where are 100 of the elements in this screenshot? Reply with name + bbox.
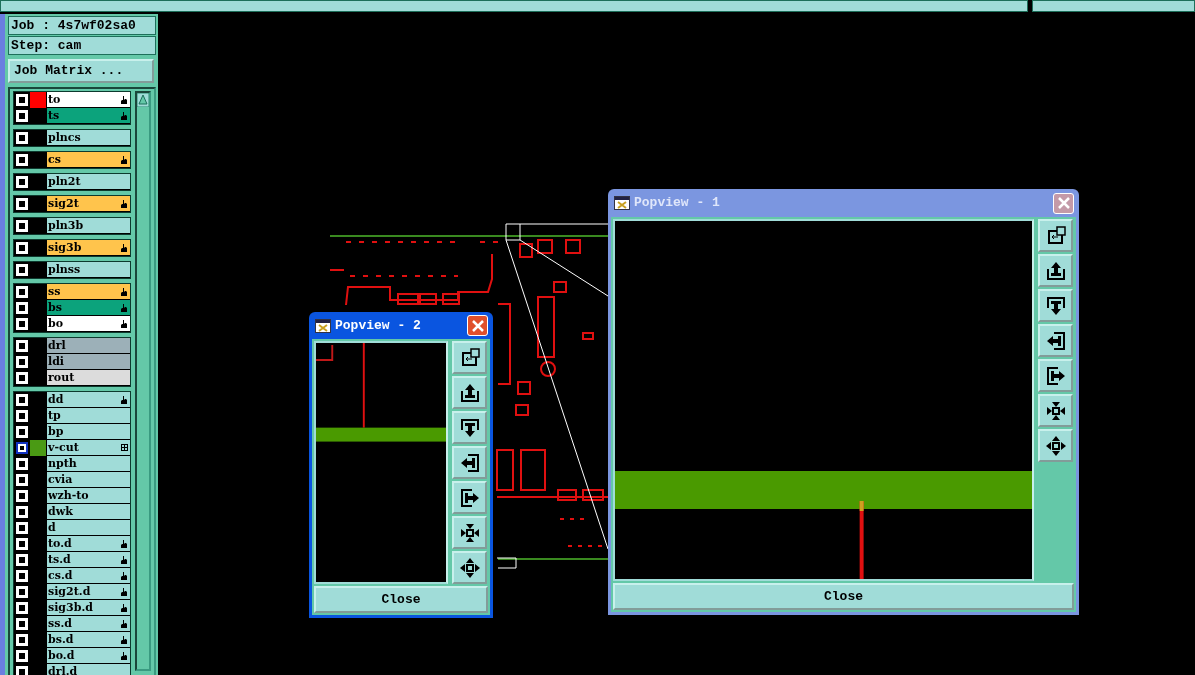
- layer-checkbox[interactable]: [16, 410, 28, 422]
- layer-checkbox[interactable]: [16, 286, 28, 298]
- layer-name[interactable]: ss.d: [47, 616, 130, 631]
- layer-checkbox[interactable]: [16, 458, 28, 470]
- toolbar-button[interactable]: [452, 481, 487, 514]
- close-button[interactable]: [1053, 192, 1074, 214]
- layer-name[interactable]: cs.d: [47, 568, 130, 583]
- close-icon: [1057, 197, 1070, 209]
- layer-checkbox[interactable]: [16, 302, 28, 314]
- toolbar-button[interactable]: [1038, 289, 1073, 322]
- toolbar-button[interactable]: [1038, 324, 1073, 357]
- layer-checkbox[interactable]: [16, 586, 28, 598]
- toolbar-button[interactable]: [1038, 254, 1073, 287]
- close-button[interactable]: Close: [613, 583, 1074, 610]
- job-label: Job : 4s7wf02sa0: [8, 16, 156, 35]
- layer-name[interactable]: pln3b: [47, 218, 130, 233]
- layer-name[interactable]: sig3b: [47, 240, 130, 255]
- layer-name[interactable]: d: [47, 520, 130, 535]
- layer-checkbox[interactable]: [16, 242, 28, 254]
- layer-name[interactable]: plnss: [47, 262, 130, 277]
- layer-checkbox[interactable]: [16, 618, 28, 630]
- layer-name[interactable]: wzh-to: [47, 488, 130, 503]
- layer-checkbox[interactable]: [16, 474, 28, 486]
- right-arrow-icon: [1044, 364, 1067, 387]
- layer-checkbox[interactable]: [16, 666, 28, 675]
- hand-icon: [120, 111, 128, 120]
- toolbar-button[interactable]: [452, 551, 487, 584]
- layer-checkbox[interactable]: [16, 176, 28, 188]
- layer-name[interactable]: bs.d: [47, 632, 130, 647]
- scrollbar[interactable]: [135, 91, 151, 671]
- layer-checkbox[interactable]: [16, 372, 28, 384]
- step-label: Step: cam: [8, 36, 156, 55]
- toolbar-button[interactable]: [1038, 219, 1073, 252]
- layer-checkbox[interactable]: [16, 394, 28, 406]
- layer-name[interactable]: tp: [47, 408, 130, 423]
- layer-checkbox[interactable]: [16, 220, 28, 232]
- toolbar-button[interactable]: [452, 376, 487, 409]
- right-arrow-icon: [458, 486, 481, 509]
- close-button[interactable]: Close: [314, 586, 488, 613]
- toolbar-button[interactable]: [1038, 394, 1073, 427]
- layer-checkbox[interactable]: [16, 264, 28, 276]
- layer-name[interactable]: drl: [47, 338, 130, 353]
- layer-checkbox[interactable]: [16, 522, 28, 534]
- toolbar-button[interactable]: [1038, 429, 1073, 462]
- layer-checkbox[interactable]: [16, 538, 28, 550]
- layer-checkbox[interactable]: [16, 94, 28, 106]
- layer-name[interactable]: ldi: [47, 354, 130, 369]
- toolbar-button[interactable]: [1038, 359, 1073, 392]
- layer-checkbox[interactable]: [16, 570, 28, 582]
- layer-checkbox[interactable]: [16, 602, 28, 614]
- layer-name[interactable]: plncs: [47, 130, 130, 145]
- hand-icon: [120, 571, 128, 580]
- app-icon: [614, 196, 630, 210]
- layer-checkbox[interactable]: [16, 356, 28, 368]
- layer-checkbox[interactable]: [16, 110, 28, 122]
- outward-arrows-icon: [1044, 434, 1067, 457]
- layer-checkbox[interactable]: [16, 154, 28, 166]
- hand-icon: [120, 555, 128, 564]
- layer-name[interactable]: to: [47, 92, 130, 107]
- layer-name[interactable]: dd: [47, 392, 130, 407]
- layer-name[interactable]: ss: [47, 284, 130, 299]
- layer-checkbox[interactable]: [16, 650, 28, 662]
- layer-checkbox[interactable]: [16, 426, 28, 438]
- layer-name[interactable]: v-cut: [47, 440, 130, 455]
- layer-name[interactable]: ts: [47, 108, 130, 123]
- layer-name[interactable]: cs: [47, 152, 130, 167]
- layer-name[interactable]: bp: [47, 424, 130, 439]
- layer-name[interactable]: drl.d: [47, 664, 130, 675]
- layer-name[interactable]: to.d: [47, 536, 130, 551]
- close-button[interactable]: [467, 315, 488, 336]
- toolbar-button[interactable]: [452, 341, 487, 374]
- job-matrix-button[interactable]: Job Matrix ...: [8, 59, 154, 83]
- layer-name[interactable]: rout: [47, 370, 130, 385]
- layer-checkbox[interactable]: [16, 490, 28, 502]
- layer-checkbox[interactable]: [16, 132, 28, 144]
- hand-icon: [120, 619, 128, 628]
- layer-checkbox[interactable]: [16, 318, 28, 330]
- layer-name[interactable]: dwk: [47, 504, 130, 519]
- layer-name[interactable]: bo.d: [47, 648, 130, 663]
- layer-name[interactable]: bo: [47, 316, 130, 331]
- inward-arrows-icon: [458, 521, 481, 544]
- layer-name[interactable]: bs: [47, 300, 130, 315]
- layer-name[interactable]: sig2t.d: [47, 584, 130, 599]
- toolbar-button[interactable]: [452, 411, 487, 444]
- layer-name[interactable]: sig3b.d: [47, 600, 130, 615]
- layer-checkbox[interactable]: [16, 340, 28, 352]
- up-arrow-icon[interactable]: [137, 93, 149, 107]
- layer-checkbox[interactable]: [16, 506, 28, 518]
- hand-icon: [120, 155, 128, 164]
- layer-name[interactable]: npth: [47, 456, 130, 471]
- layer-checkbox[interactable]: [16, 442, 28, 454]
- layer-checkbox[interactable]: [16, 198, 28, 210]
- layer-name[interactable]: cvia: [47, 472, 130, 487]
- layer-name[interactable]: sig2t: [47, 196, 130, 211]
- layer-checkbox[interactable]: [16, 554, 28, 566]
- toolbar-button[interactable]: [452, 446, 487, 479]
- layer-name[interactable]: pln2t: [47, 174, 130, 189]
- layer-checkbox[interactable]: [16, 634, 28, 646]
- toolbar-button[interactable]: [452, 516, 487, 549]
- layer-name[interactable]: ts.d: [47, 552, 130, 567]
